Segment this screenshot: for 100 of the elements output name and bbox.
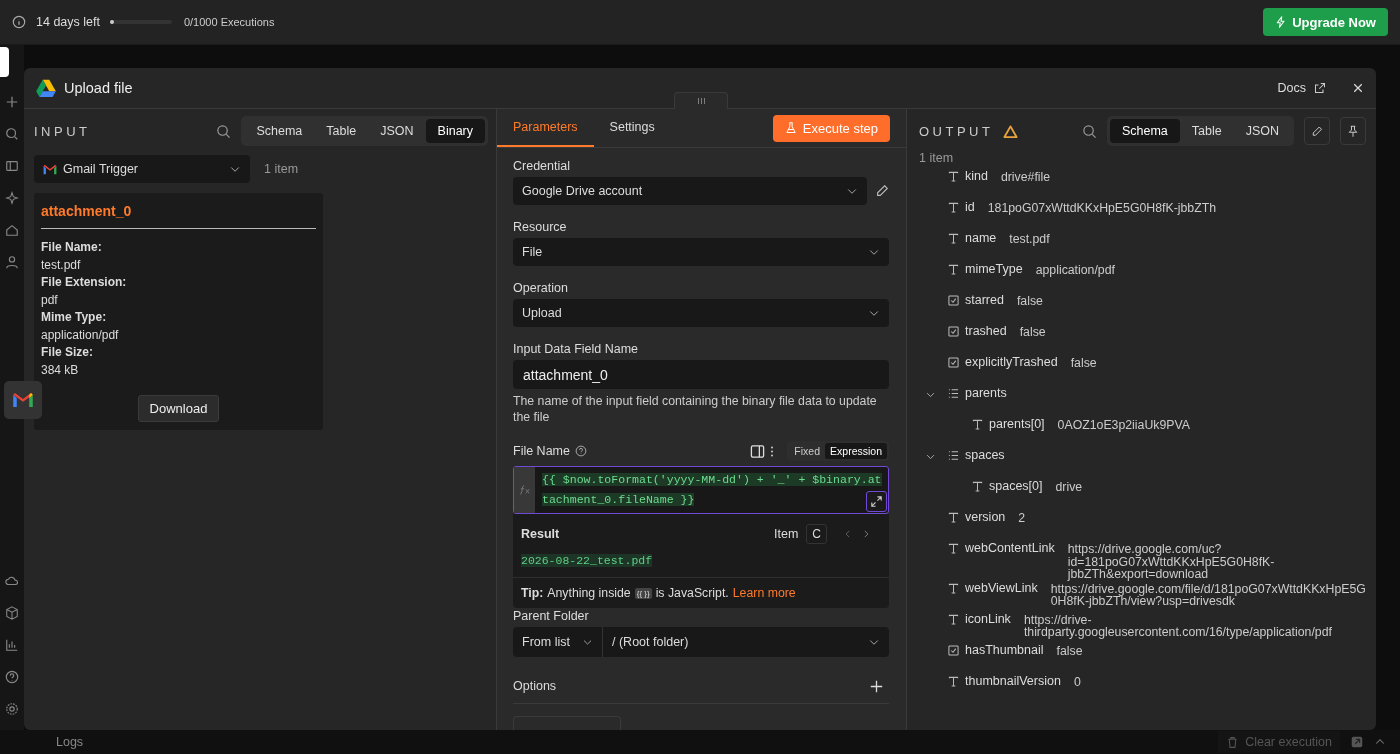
schema-key: hasThumbnail: [965, 642, 1044, 657]
expression-editor[interactable]: {{ $now.toFormat('yyyy-MM-dd') + '_' + $binary.attachment_0.fileName }}: [513, 466, 889, 514]
more-icon[interactable]: [770, 444, 775, 458]
schema-value: false: [1056, 642, 1084, 657]
text-type-icon: [947, 171, 959, 182]
text-type-icon: [947, 512, 959, 523]
schema-key: parents[0]: [989, 417, 1045, 431]
edit-button[interactable]: [1304, 117, 1330, 145]
help-icon[interactable]: [5, 670, 19, 684]
schema-key: starred: [965, 293, 1004, 307]
checkbox-type-icon: [947, 295, 959, 306]
binary-name: attachment_0: [41, 203, 133, 219]
sparkle-icon[interactable]: [5, 191, 19, 205]
cube-icon[interactable]: [5, 606, 19, 620]
home-icon[interactable]: [5, 223, 19, 237]
panel-tab[interactable]: Parameters: [497, 109, 594, 147]
search-icon[interactable]: [5, 127, 19, 141]
chart-icon[interactable]: [5, 638, 19, 652]
trial-days-text: 14 days left: [36, 15, 100, 29]
sidebar-tab[interactable]: [0, 47, 9, 77]
info-icon[interactable]: [12, 15, 26, 29]
field-label: Credential: [513, 159, 571, 173]
schema-value: false: [1016, 293, 1044, 308]
text-type-icon: [971, 419, 983, 430]
search-icon[interactable]: [216, 123, 232, 139]
logs-title[interactable]: Logs: [56, 735, 84, 749]
gmail-icon: [43, 163, 57, 175]
result-label: Result: [521, 527, 560, 541]
checkbox-type-icon: [947, 326, 959, 337]
field-label: Resource: [513, 220, 568, 234]
list-type-icon: [947, 450, 959, 461]
field-value: test.pdf: [41, 256, 82, 274]
schema-key: kind: [965, 169, 988, 183]
gmail-node[interactable]: [4, 381, 42, 419]
split-panel-icon[interactable]: [750, 443, 766, 459]
pin-button[interactable]: [1340, 117, 1366, 145]
mode-toggle[interactable]: Expression: [825, 443, 887, 459]
view-tab[interactable]: Schema: [244, 119, 315, 143]
text-type-icon: [971, 481, 983, 492]
field-label: File Name:: [41, 239, 103, 256]
field-value: 384 kB: [41, 361, 80, 379]
search-icon[interactable]: [1081, 123, 1097, 139]
input-field[interactable]: attachment_0: [513, 360, 889, 389]
schema-value: drive: [1055, 479, 1084, 494]
resource-select[interactable]: File: [513, 238, 889, 266]
view-tab[interactable]: Schema: [1109, 119, 1180, 143]
drag-handle[interactable]: [674, 92, 728, 109]
field-label: Operation: [513, 281, 569, 295]
tip-text: Anything inside: [547, 586, 631, 600]
checkbox-type-icon: [947, 644, 959, 656]
panel-icon[interactable]: [5, 159, 19, 173]
text-type-icon: [947, 202, 959, 213]
schema-value: application/pdf: [1035, 262, 1116, 277]
download-button[interactable]: Download: [137, 395, 220, 422]
close-icon[interactable]: [1352, 82, 1364, 94]
schema-key: mimeType: [965, 262, 1023, 276]
mode-select[interactable]: From list: [513, 627, 603, 657]
schema-key: explicitlyTrashed: [965, 355, 1058, 369]
pencil-icon[interactable]: [875, 184, 889, 198]
text-type-icon: [947, 233, 959, 244]
panel-tab[interactable]: Settings: [593, 109, 671, 147]
modal-title: Upload file: [64, 80, 133, 96]
schema-value: 181poG07xWttdKKxHpE5G0H8fK-jbbZTh: [987, 200, 1218, 215]
folder-select[interactable]: / (Root folder): [603, 627, 889, 657]
text-type-icon: [947, 543, 959, 554]
schema-value: drive#file: [1000, 169, 1052, 184]
text-type-icon: [947, 675, 959, 687]
source-select[interactable]: Gmail Trigger: [34, 155, 250, 183]
checkbox-type-icon: [947, 357, 959, 368]
learn-more-link[interactable]: Learn more: [732, 586, 796, 600]
help-icon[interactable]: [574, 445, 587, 457]
tip-text: is JavaScript.: [655, 586, 729, 600]
schema-key: webContentLink: [965, 541, 1055, 555]
schema-key: id: [965, 200, 975, 214]
mode-toggle[interactable]: Fixed: [789, 443, 826, 459]
function-icon: [517, 485, 532, 495]
expand-icon[interactable]: [866, 491, 887, 512]
field-hint: The name of the input field containing the binary file data to update the file: [513, 393, 878, 425]
credential-select[interactable]: Google Drive account: [513, 177, 867, 205]
next-icon[interactable]: [861, 529, 871, 539]
cloud-icon[interactable]: [5, 574, 19, 588]
tip-label: Tip:: [521, 586, 544, 600]
field-value: pdf: [41, 291, 59, 309]
schema-key: spaces[0]: [989, 479, 1043, 493]
field-label: Input Data Field Name: [513, 342, 640, 356]
operation-select[interactable]: Upload: [513, 299, 889, 327]
external-link-icon[interactable]: [1314, 82, 1326, 94]
expression-code: {{ $now.toFormat('yyyy-MM-dd') + '_' + $binary.attachment_0.fileName }}: [541, 472, 883, 508]
output-title: OUTPUT: [919, 123, 994, 139]
view-tab[interactable]: JSON: [1233, 119, 1291, 143]
item-field[interactable]: C: [806, 524, 827, 544]
docs-link[interactable]: Docs: [1277, 81, 1306, 95]
view-tab[interactable]: Table: [314, 119, 369, 143]
settings-icon[interactable]: [5, 702, 19, 716]
view-tab[interactable]: Table: [1179, 119, 1234, 143]
field-label: File Size:: [41, 344, 94, 361]
view-tab[interactable]: JSON: [368, 119, 426, 143]
view-tab[interactable]: Binary: [425, 119, 485, 143]
user-icon[interactable]: [5, 255, 19, 269]
popout-icon[interactable]: [1350, 735, 1364, 749]
